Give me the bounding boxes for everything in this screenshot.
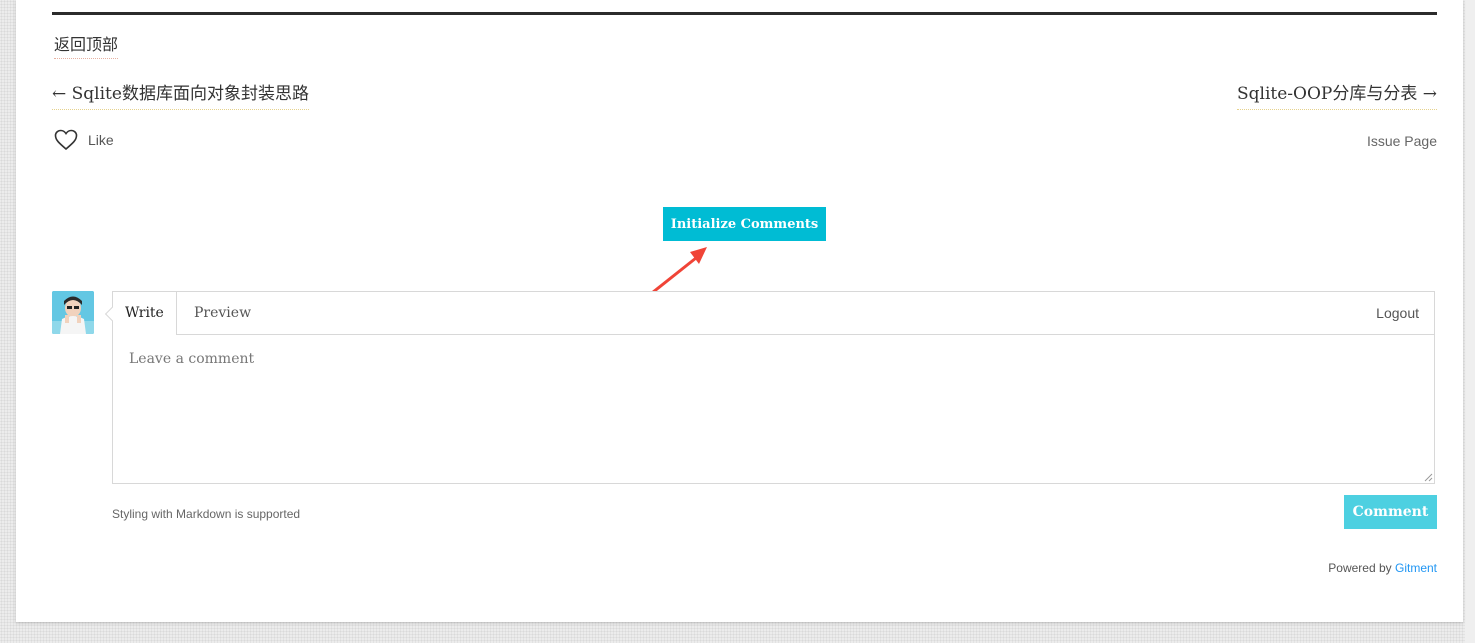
comment-button[interactable]: Comment xyxy=(1344,495,1437,529)
tab-write[interactable]: Write xyxy=(113,292,177,335)
post-footer-card: 返回顶部 ← Sqlite数据库面向对象封装思路 Sqlite-OOP分库与分表… xyxy=(16,0,1463,622)
user-avatar[interactable] xyxy=(52,291,94,334)
divider xyxy=(52,12,1437,15)
editor-tabs: Write Preview Logout xyxy=(113,292,1434,335)
next-post-link[interactable]: Sqlite-OOP分库与分表 → xyxy=(1237,79,1437,110)
powered-by-label: Powered by xyxy=(1328,561,1392,575)
markdown-note: Styling with Markdown is supported xyxy=(112,507,301,521)
prev-post-link[interactable]: ← Sqlite数据库面向对象封装思路 xyxy=(52,79,309,110)
like-button[interactable]: Like xyxy=(54,129,114,151)
tab-preview[interactable]: Preview xyxy=(182,292,263,334)
gitment-link[interactable]: Gitment xyxy=(1395,561,1437,575)
heart-icon xyxy=(54,129,78,151)
resize-handle-icon[interactable] xyxy=(1424,473,1433,482)
logout-link[interactable]: Logout xyxy=(1376,292,1419,334)
issue-page-link[interactable]: Issue Page xyxy=(1367,133,1437,149)
page-scrollbar-track[interactable] xyxy=(1465,0,1475,643)
avatar-image xyxy=(52,291,94,334)
initialize-comments-button[interactable]: Initialize Comments xyxy=(663,207,826,241)
comment-editor: Write Preview Logout xyxy=(112,291,1435,484)
like-label: Like xyxy=(88,132,114,148)
powered-by: Powered by Gitment xyxy=(1328,561,1437,575)
comment-textarea[interactable] xyxy=(113,335,1434,483)
back-to-top-link[interactable]: 返回顶部 xyxy=(54,31,119,59)
